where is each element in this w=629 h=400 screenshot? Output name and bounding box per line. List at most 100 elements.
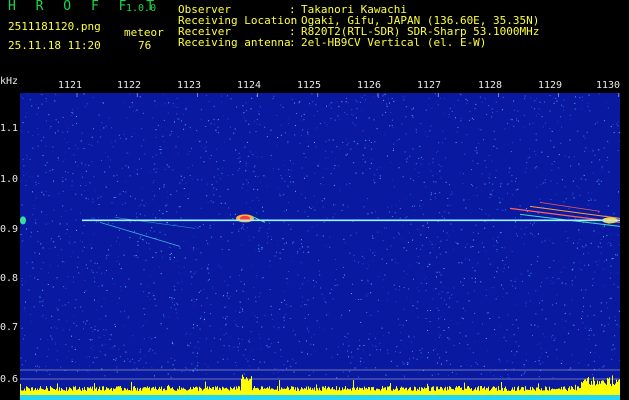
level-bar: [192, 389, 193, 395]
noise-pixel: [307, 230, 309, 232]
noise-pixel: [261, 326, 263, 328]
noise-pixel: [561, 359, 563, 361]
noise-pixel: [368, 137, 370, 139]
noise-pixel: [20, 96, 22, 98]
noise-pixel: [226, 295, 228, 297]
noise-pixel: [135, 255, 137, 257]
level-bar: [83, 390, 84, 395]
noise-pixel: [564, 341, 566, 343]
noise-pixel: [206, 266, 208, 268]
level-bar: [557, 389, 558, 395]
noise-pixel: [446, 239, 448, 241]
noise-pixel: [72, 112, 74, 114]
noise-pixel: [256, 95, 258, 97]
noise-pixel: [256, 156, 258, 158]
noise-pixel: [308, 331, 310, 333]
noise-pixel: [200, 119, 202, 120]
noise-pixel: [517, 110, 519, 112]
noise-pixel: [461, 282, 463, 284]
noise-pixel: [241, 267, 243, 269]
noise-pixel: [502, 96, 504, 98]
noise-pixel: [126, 152, 128, 154]
level-bar: [137, 387, 138, 395]
noise-pixel: [464, 258, 466, 260]
noise-pixel: [588, 264, 590, 266]
noise-pixel: [513, 334, 515, 336]
level-bar: [121, 388, 122, 395]
noise-pixel: [462, 284, 464, 286]
noise-pixel: [498, 358, 500, 360]
noise-pixel: [403, 375, 405, 377]
noise-pixel: [286, 303, 288, 305]
noise-pixel: [205, 95, 207, 97]
noise-pixel: [266, 237, 268, 239]
noise-pixel: [132, 105, 133, 107]
level-bar: [20, 383, 21, 395]
noise-pixel: [432, 158, 434, 160]
noise-pixel: [307, 251, 309, 253]
noise-pixel: [233, 320, 235, 322]
level-bar: [76, 389, 77, 395]
level-bar: [505, 386, 506, 395]
noise-pixel: [170, 376, 172, 378]
level-bar: [150, 390, 151, 395]
noise-pixel: [200, 290, 202, 292]
noise-pixel: [42, 314, 44, 316]
noise-pixel: [91, 339, 93, 341]
noise-pixel: [350, 351, 352, 353]
noise-pixel: [223, 345, 225, 347]
noise-pixel: [507, 374, 509, 376]
noise-pixel: [65, 210, 67, 212]
noise-pixel: [254, 165, 256, 167]
noise-pixel: [494, 177, 496, 179]
noise-pixel: [162, 256, 163, 258]
noise-pixel: [57, 265, 59, 267]
noise-pixel: [43, 164, 45, 165]
noise-pixel: [385, 103, 387, 105]
noise-pixel: [324, 122, 326, 124]
noise-pixel: [480, 129, 482, 131]
noise-pixel: [43, 299, 45, 301]
level-bar: [504, 388, 505, 395]
noise-pixel: [502, 271, 504, 273]
noise-pixel: [94, 262, 96, 264]
noise-pixel: [617, 286, 619, 288]
level-bar: [123, 390, 124, 395]
noise-pixel: [503, 247, 505, 249]
noise-pixel: [148, 337, 150, 339]
level-bar: [610, 383, 611, 395]
level-bar: [207, 386, 208, 395]
noise-pixel: [92, 361, 94, 363]
noise-pixel: [252, 311, 253, 313]
level-bar: [135, 388, 136, 395]
noise-pixel: [335, 204, 337, 206]
noise-pixel: [439, 192, 441, 194]
noise-pixel: [232, 218, 234, 220]
noise-pixel: [114, 324, 116, 325]
noise-pixel: [325, 348, 327, 350]
level-bar: [103, 386, 104, 395]
noise-pixel: [123, 344, 125, 346]
noise-pixel: [316, 110, 318, 112]
noise-pixel: [368, 338, 370, 340]
noise-pixel: [430, 194, 432, 196]
noise-pixel: [530, 300, 531, 302]
level-bar: [361, 388, 362, 395]
noise-pixel: [175, 308, 177, 310]
noise-pixel: [536, 140, 538, 141]
level-bar: [362, 387, 363, 395]
noise-pixel: [610, 126, 612, 128]
noise-pixel: [551, 282, 553, 284]
noise-pixel: [71, 180, 73, 182]
noise-pixel: [91, 217, 93, 219]
level-bar: [145, 387, 146, 395]
level-bar: [188, 389, 189, 395]
level-bar: [534, 389, 535, 395]
noise-pixel: [471, 169, 472, 171]
noise-pixel: [37, 365, 38, 367]
noise-pixel: [259, 337, 261, 339]
noise-pixel: [495, 208, 497, 210]
noise-pixel: [193, 305, 195, 307]
noise-pixel: [448, 306, 450, 308]
noise-pixel: [341, 264, 343, 266]
